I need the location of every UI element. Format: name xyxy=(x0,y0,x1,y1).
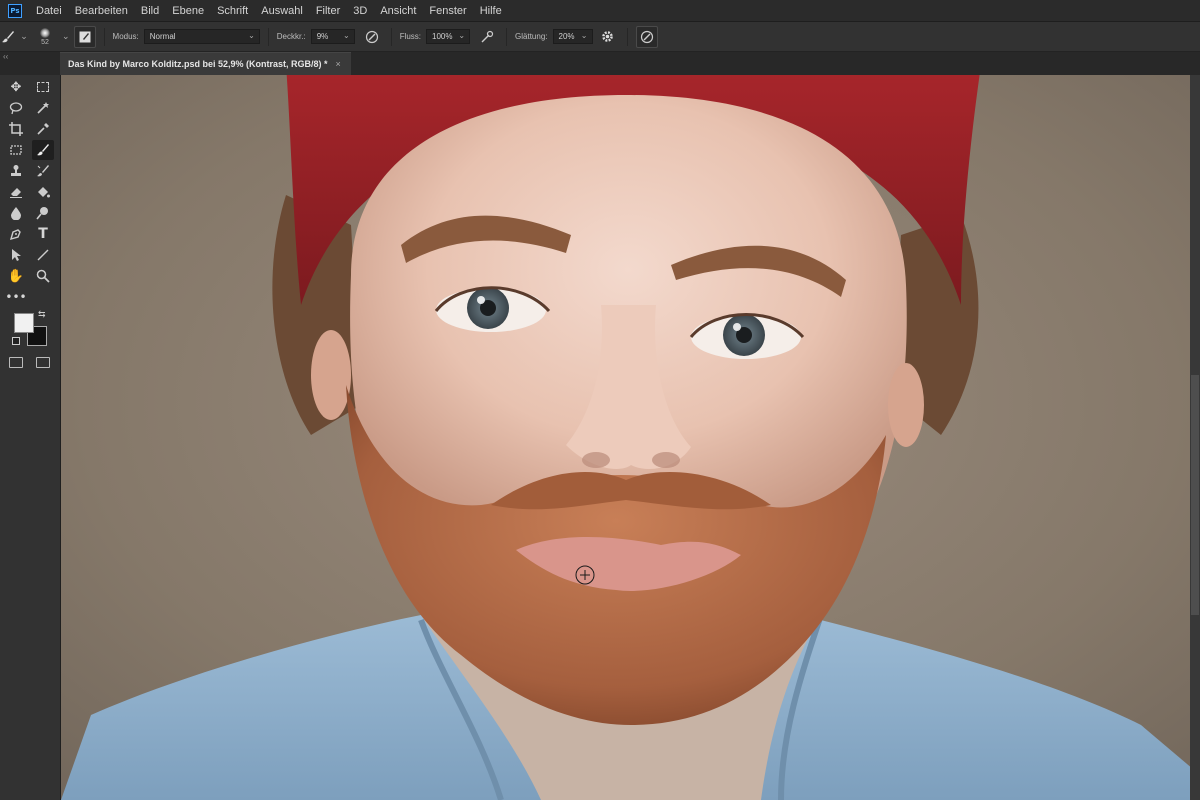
pen-icon[interactable] xyxy=(5,224,27,244)
vertical-scrollbar[interactable] xyxy=(1190,75,1200,800)
stamp-icon[interactable] xyxy=(5,161,27,181)
chevron-down-icon: ⌄ xyxy=(20,31,28,41)
brush-size-value: 52 xyxy=(41,38,49,46)
pressure-opacity-icon xyxy=(365,30,378,43)
type-icon[interactable]: T xyxy=(32,224,54,244)
gear-icon xyxy=(602,31,613,42)
marquee-icon[interactable] xyxy=(32,77,54,97)
chevron-down-icon: ⌄ xyxy=(248,31,255,40)
menu-bar: Ps Datei Bearbeiten Bild Ebene Schrift A… xyxy=(0,0,1200,22)
mode-value: Normal xyxy=(149,32,176,41)
close-tab-button[interactable]: × xyxy=(336,59,341,69)
document-canvas[interactable] xyxy=(61,75,1200,800)
opacity-input[interactable]: 9% ⌄ xyxy=(310,29,355,44)
eraser-icon[interactable] xyxy=(5,182,27,202)
history-brush-icon[interactable] xyxy=(32,161,54,181)
menu-auswahl[interactable]: Auswahl xyxy=(261,5,303,17)
document-title: Das Kind by Marco Kolditz.psd bei 52,9% … xyxy=(68,59,328,69)
menu-bearbeiten[interactable]: Bearbeiten xyxy=(75,5,128,17)
pressure-size-icon xyxy=(640,30,653,43)
pressure-size-button[interactable] xyxy=(635,25,658,48)
frame-icon[interactable] xyxy=(5,140,27,160)
more-tools-icon[interactable]: ••• xyxy=(5,287,27,307)
menu-fenster[interactable]: Fenster xyxy=(429,5,466,17)
menu-ebene[interactable]: Ebene xyxy=(172,5,204,17)
brush-settings-panel-toggle[interactable] xyxy=(73,25,96,48)
menu-3d[interactable]: 3D xyxy=(353,5,367,17)
menu-filter[interactable]: Filter xyxy=(316,5,340,17)
smoothing-input[interactable]: 20% ⌄ xyxy=(552,29,593,44)
flow-input[interactable]: 100% ⌄ xyxy=(426,29,471,44)
brush-panel-icon xyxy=(79,31,91,42)
brush-icon xyxy=(2,30,15,42)
line-icon[interactable] xyxy=(32,245,54,265)
smoothing-options-button[interactable] xyxy=(597,26,619,48)
separator xyxy=(103,27,105,46)
airbrush-button[interactable] xyxy=(476,26,498,48)
separator xyxy=(267,27,269,46)
screen-mode-icon[interactable] xyxy=(36,357,50,368)
chevron-down-icon: ⌄ xyxy=(458,31,466,40)
eyedropper-icon[interactable] xyxy=(32,119,54,139)
chevron-down-icon: ⌄ xyxy=(342,31,350,40)
opacity-value: 9% xyxy=(316,32,329,41)
menu-schrift[interactable]: Schrift xyxy=(217,5,248,17)
collapse-panel-icon[interactable]: ‹‹ xyxy=(3,52,8,61)
move-icon[interactable]: ✥ xyxy=(5,77,27,97)
separator xyxy=(626,27,628,46)
tool-preset-picker[interactable]: ⌄ xyxy=(0,22,32,52)
portrait-photo xyxy=(61,75,1200,800)
flow-value: 100% xyxy=(432,32,453,41)
menu-ansicht[interactable]: Ansicht xyxy=(380,5,416,17)
chevron-down-icon: ⌄ xyxy=(580,31,588,40)
scrollbar-thumb[interactable] xyxy=(1191,375,1199,615)
photoshop-logo[interactable]: Ps xyxy=(8,3,22,18)
foreground-color-swatch[interactable] xyxy=(14,313,34,333)
magic-wand-icon[interactable] xyxy=(32,98,54,118)
mode-select[interactable]: Normal ⌄ xyxy=(143,29,260,44)
swap-colors-icon[interactable]: ⇆ xyxy=(38,309,46,320)
brush-tip-icon xyxy=(40,27,50,38)
separator xyxy=(506,27,508,46)
crop-icon[interactable] xyxy=(5,119,27,139)
airbrush-icon xyxy=(481,30,494,42)
path-select-icon[interactable] xyxy=(5,245,27,265)
flow-label: Fluss: xyxy=(399,32,422,41)
opacity-label: Deckkr.: xyxy=(276,32,306,41)
pressure-opacity-button[interactable] xyxy=(361,26,383,48)
paint-bucket-icon[interactable] xyxy=(32,182,54,202)
toolbox: ✥ T ✋ ••• ⇆ xyxy=(0,75,61,800)
brush-preset-picker[interactable]: 52 xyxy=(32,23,58,51)
separator xyxy=(390,27,392,46)
document-tab[interactable]: Das Kind by Marco Kolditz.psd bei 52,9% … xyxy=(60,52,351,75)
hand-icon[interactable]: ✋ xyxy=(5,266,27,286)
quick-mask-icon[interactable] xyxy=(9,357,23,368)
smoothing-label: Glättung: xyxy=(515,32,548,41)
mode-label: Modus: xyxy=(112,32,139,41)
lasso-icon[interactable] xyxy=(5,98,27,118)
dodge-icon[interactable] xyxy=(32,203,54,223)
default-colors-icon[interactable] xyxy=(12,337,20,345)
smoothing-value: 20% xyxy=(558,32,575,41)
menu-bild[interactable]: Bild xyxy=(141,5,159,17)
brush-icon[interactable] xyxy=(32,140,54,160)
chevron-down-icon[interactable]: ⌄ xyxy=(62,31,70,42)
options-bar: ⌄ 52 ⌄ Modus: Normal ⌄ Deckkr.: 9% ⌄ Flu… xyxy=(0,22,1200,52)
zoom-icon[interactable] xyxy=(32,266,54,286)
menu-datei[interactable]: Datei xyxy=(36,5,62,17)
menu-hilfe[interactable]: Hilfe xyxy=(480,5,502,17)
blur-icon[interactable] xyxy=(5,203,27,223)
